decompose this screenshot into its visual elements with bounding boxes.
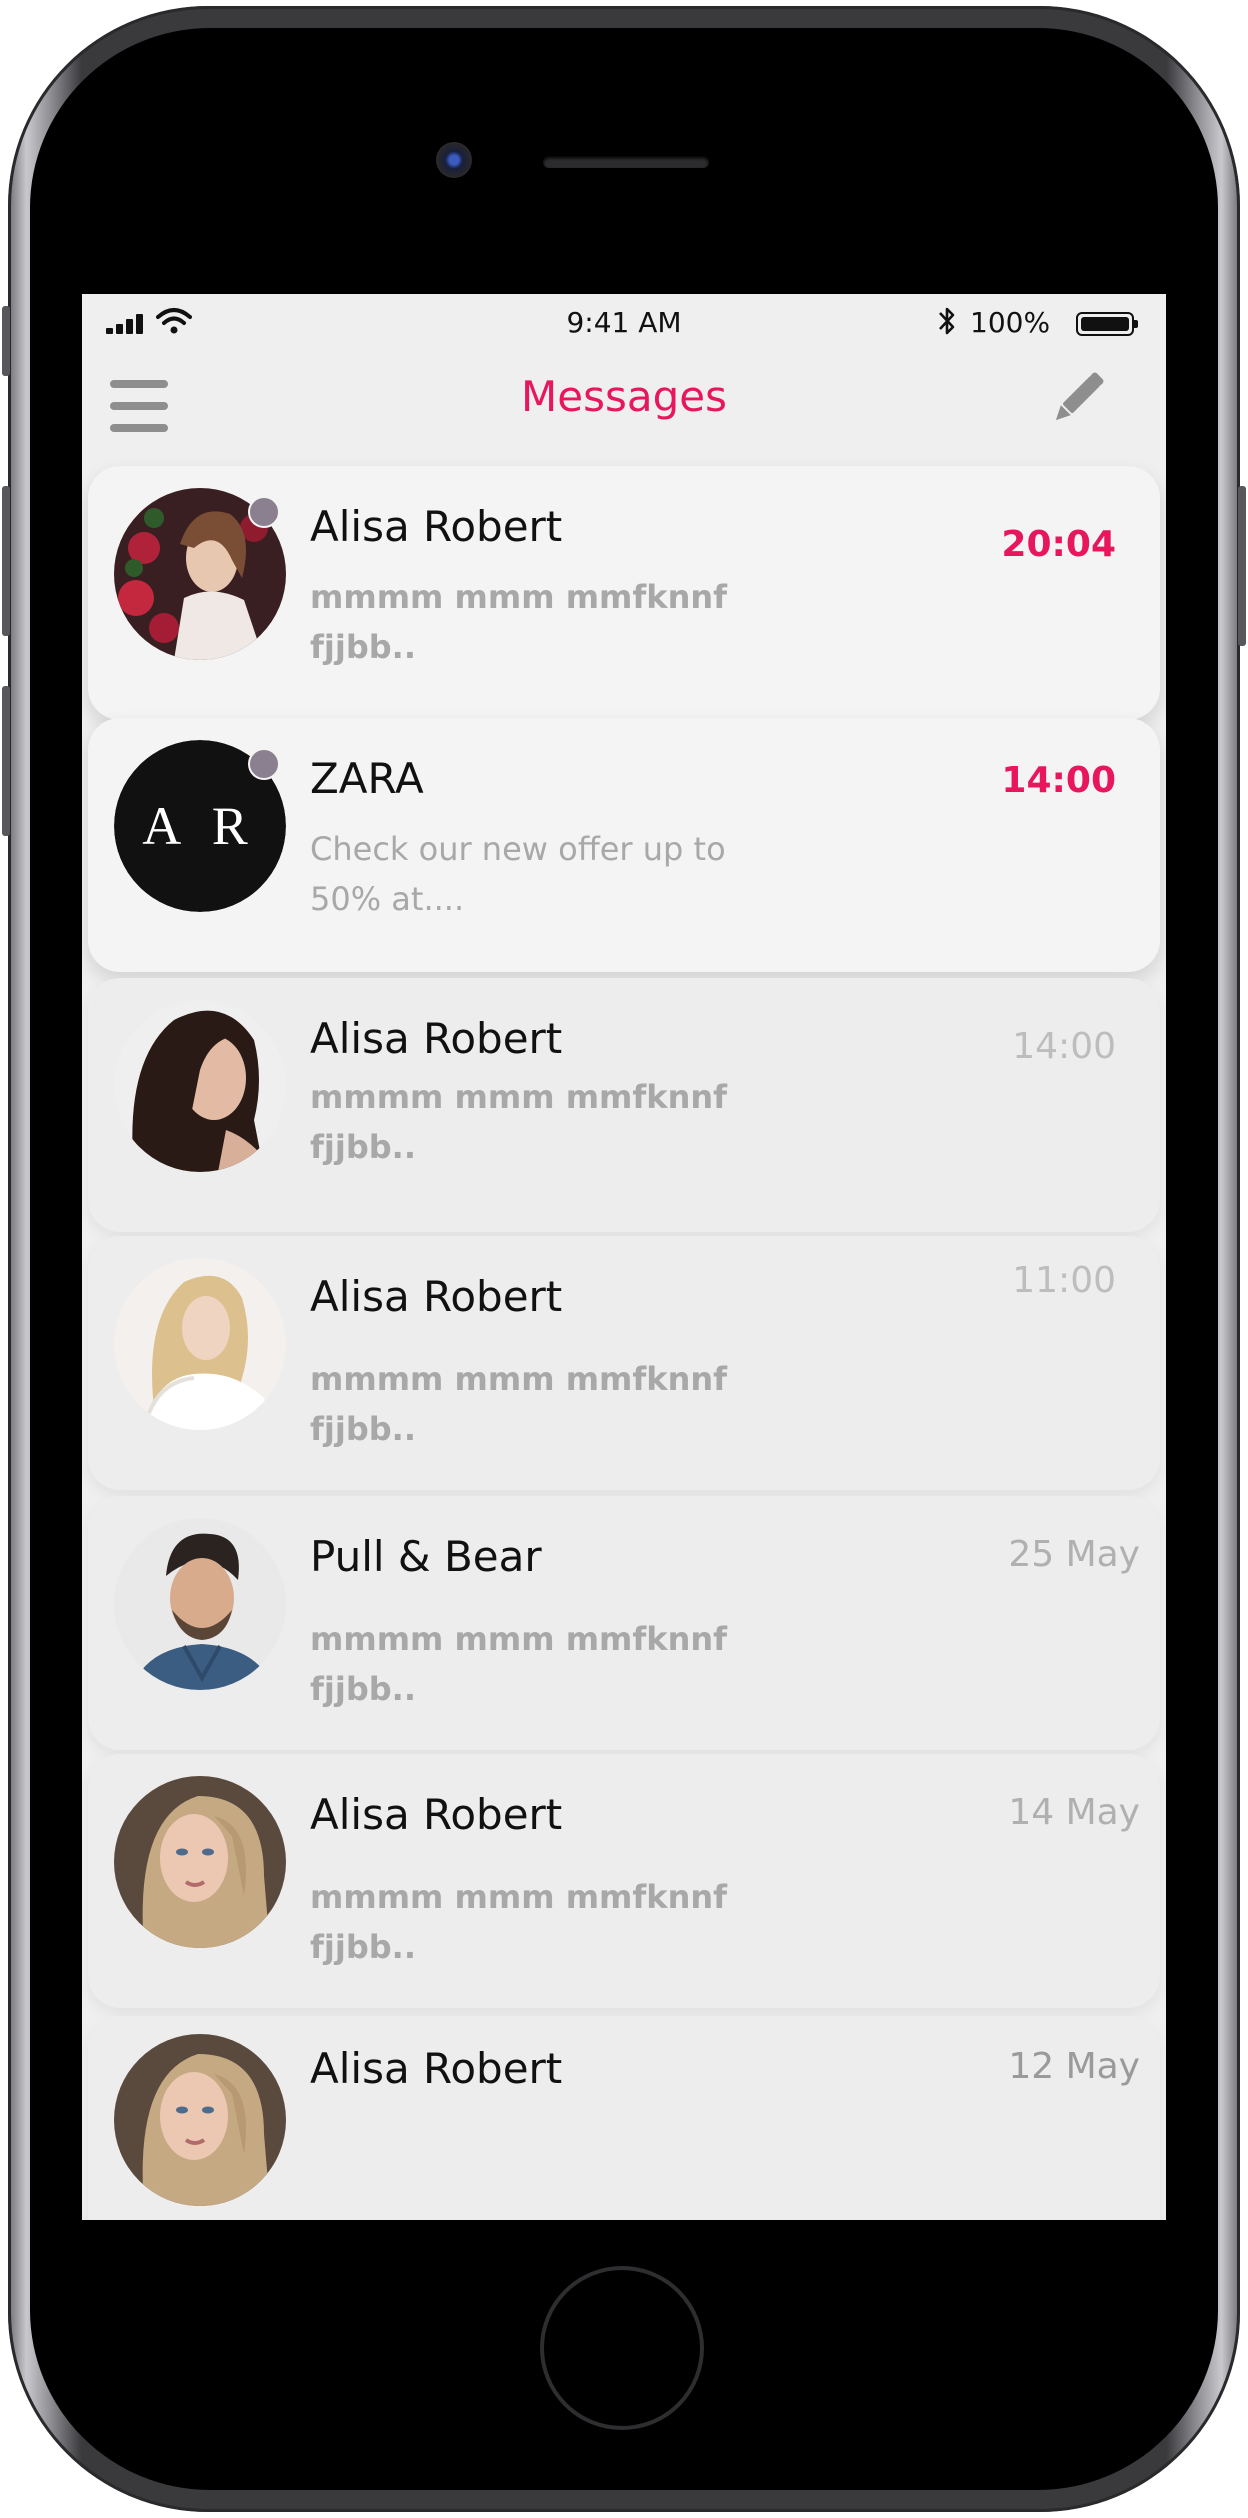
volume-down-button [2, 686, 10, 836]
screen: 9:41 AM 100% Messages Alisa Robert mmmm … [82, 294, 1166, 2220]
home-button[interactable] [540, 2266, 704, 2430]
conversation-row[interactable]: Alisa Robert mmmm mmm mmfknnf fjjbb.. 14… [88, 1754, 1160, 2008]
navigation-bar: Messages [82, 350, 1166, 458]
message-preview: mmmm mmm mmfknnf fjjbb.. [310, 578, 728, 666]
conversation-row[interactable]: A R ZARA Check our new offer up to 50% a… [88, 718, 1160, 972]
online-indicator [248, 748, 280, 780]
avatar [114, 1776, 286, 1948]
earpiece-speaker [543, 156, 709, 168]
contact-name: Pull & Bear [310, 1532, 542, 1581]
message-time: 14:00 [1001, 760, 1116, 801]
message-preview: Check our new offer up to 50% at.... [310, 830, 726, 918]
battery-percentage: 100% [970, 306, 1051, 339]
contact-name: Alisa Robert [310, 2044, 563, 2093]
compose-icon[interactable] [1042, 368, 1108, 434]
avatar-logo-text: A R [142, 796, 258, 856]
message-preview: mmmm mmm mmfknnf fjjbb.. [310, 1878, 728, 1966]
message-time: 14:00 [1012, 1026, 1116, 1067]
message-preview: mmmm mmm mmfknnf fjjbb.. [310, 1078, 728, 1166]
volume-up-button [2, 486, 10, 636]
contact-name: ZARA [310, 754, 424, 803]
bluetooth-icon [939, 307, 955, 335]
page-title: Messages [521, 372, 727, 421]
message-time: 14 May [1008, 1792, 1140, 1833]
message-preview: mmmm mmm mmfknnf fjjbb.. [310, 1620, 728, 1708]
message-time: 20:04 [1001, 524, 1116, 565]
conversation-row[interactable]: Alisa Robert mmmm mmm mmfknnf fjjbb.. 11… [88, 1236, 1160, 1490]
silent-switch [2, 306, 10, 376]
battery-icon [1076, 312, 1138, 336]
message-preview: mmmm mmm mmfknnf fjjbb.. [310, 1360, 728, 1448]
conversation-row[interactable]: Alisa Robert 12 May [88, 2016, 1160, 2220]
conversation-row[interactable]: Pull & Bear mmmm mmm mmfknnf fjjbb.. 25 … [88, 1496, 1160, 1750]
front-camera [436, 142, 472, 178]
avatar [114, 1000, 286, 1172]
contact-name: Alisa Robert [310, 1790, 563, 1839]
contact-name: Alisa Robert [310, 502, 563, 551]
contact-name: Alisa Robert [310, 1014, 563, 1063]
avatar [114, 2034, 286, 2206]
conversation-row[interactable]: Alisa Robert mmmm mmm mmfknnf fjjbb.. 14… [88, 978, 1160, 1232]
message-time: 12 May [1008, 2046, 1140, 2087]
power-button [1238, 486, 1246, 646]
message-time: 11:00 [1012, 1260, 1116, 1301]
status-bar: 9:41 AM 100% [82, 294, 1166, 350]
message-time: 25 May [1008, 1534, 1140, 1575]
online-indicator [248, 496, 280, 528]
conversation-row[interactable]: Alisa Robert mmmm mmm mmfknnf fjjbb.. 20… [88, 466, 1160, 720]
avatar [114, 1258, 286, 1430]
avatar [114, 1518, 286, 1690]
contact-name: Alisa Robert [310, 1272, 563, 1321]
